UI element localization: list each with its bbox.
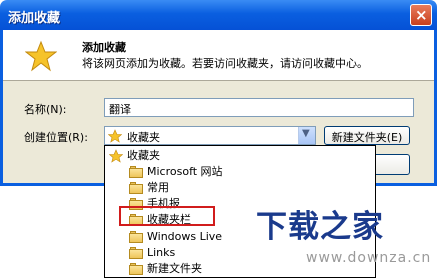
header-divider [3,80,434,81]
close-icon: × [415,6,428,24]
folder-icon [129,165,143,179]
folder-icon [129,230,143,244]
location-selected-value: 收藏夹 [127,131,160,144]
add-favorite-dialog: 添加收藏 × 添加收藏 将该网页添加为收藏。若要访问收藏夹，请访问收藏中心。 名… [0,0,437,278]
folder-icon [129,181,143,195]
star-icon [108,129,122,143]
close-button[interactable]: × [410,4,432,26]
list-item-label: Microsoft 网站 [147,165,223,178]
new-folder-button[interactable]: 新建文件夹(E) [324,126,410,145]
name-field[interactable]: 翻译 [104,98,414,117]
title-bar[interactable]: 添加收藏 × [0,0,437,30]
selection-highlight-box [119,206,215,226]
list-item-label: 新建文件夹 [147,262,202,275]
header-title: 添加收藏 [82,41,126,54]
list-item-label: Links [147,246,176,259]
dropdown-toggle[interactable]: ▼ [298,127,315,144]
location-label: 创建位置(R): [24,131,88,144]
folder-icon [129,262,143,276]
list-item-label: Windows Live [147,230,223,243]
header-description: 将该网页添加为收藏。若要访问收藏夹，请访问收藏中心。 [82,57,368,70]
window-title: 添加收藏 [8,11,61,26]
favorite-star-icon [25,40,57,72]
name-label: 名称(N): [24,103,67,116]
star-icon [109,149,123,163]
location-select[interactable]: 收藏夹 ▼ [104,126,316,145]
list-item-label: 收藏夹 [127,149,160,162]
folder-icon [129,246,143,260]
chevron-down-icon: ▼ [302,128,310,139]
watermark-url: www.downza.cn [306,250,432,266]
watermark-title: 下载之家 [256,209,384,245]
list-item-label: 常用 [147,181,169,194]
